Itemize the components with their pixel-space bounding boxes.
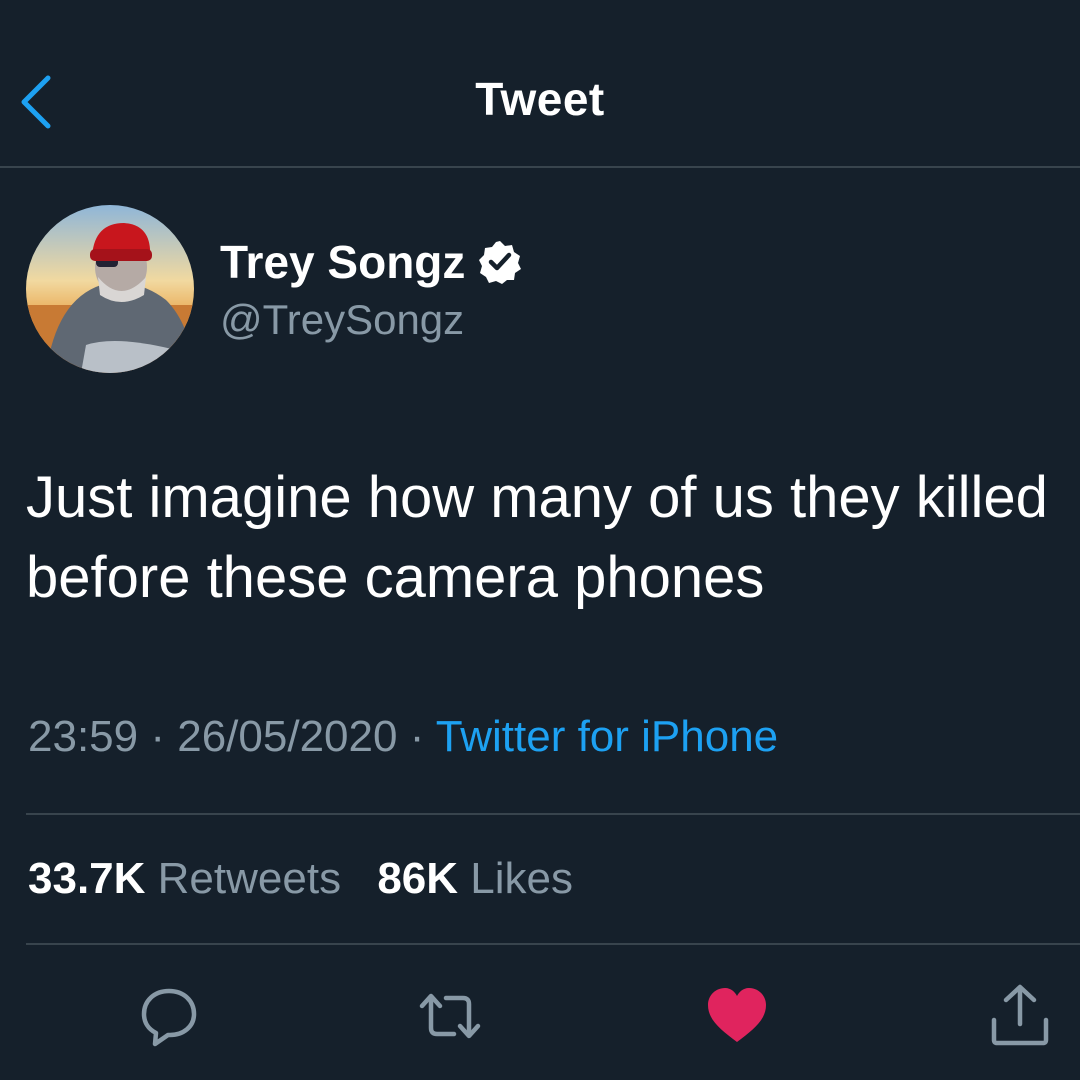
share-icon bbox=[991, 984, 1049, 1046]
retweets-label: Retweets bbox=[157, 854, 342, 903]
divider bbox=[26, 813, 1080, 815]
verified-badge-icon bbox=[479, 241, 522, 284]
reply-button[interactable] bbox=[137, 984, 201, 1048]
tweet-stats: 33.7K Retweets 86K Likes bbox=[28, 854, 573, 904]
likes-label: Likes bbox=[470, 854, 573, 903]
author-name-row: Trey Songz bbox=[220, 234, 523, 290]
page-title: Tweet bbox=[475, 73, 605, 125]
tweet-text: Just imagine how many of us they killed … bbox=[26, 465, 1048, 610]
reply-icon bbox=[141, 988, 197, 1047]
like-button[interactable] bbox=[705, 984, 769, 1048]
tweet-date: 26/05/2020 bbox=[177, 712, 398, 761]
share-button[interactable] bbox=[988, 984, 1052, 1048]
retweets-stat[interactable]: 33.7K Retweets bbox=[28, 854, 341, 904]
tweet-time: 23:59 bbox=[28, 712, 139, 761]
author-display-name[interactable]: Trey Songz bbox=[220, 235, 465, 289]
meta-separator: · bbox=[150, 712, 165, 761]
likes-stat[interactable]: 86K Likes bbox=[377, 854, 573, 904]
top-nav-bar: Tweet bbox=[0, 0, 1080, 168]
divider bbox=[26, 943, 1080, 945]
retweets-count: 33.7K bbox=[28, 854, 146, 903]
meta-separator: · bbox=[409, 712, 425, 761]
retweet-icon bbox=[419, 993, 481, 1039]
heart-icon bbox=[708, 988, 766, 1042]
tweet-meta: 23:59 · 26/05/2020 · Twitter for iPhone bbox=[28, 712, 778, 762]
avatar-image bbox=[26, 205, 194, 373]
avatar[interactable] bbox=[26, 205, 194, 373]
tweet-source-link[interactable]: Twitter for iPhone bbox=[436, 712, 778, 761]
author-handle[interactable]: @TreySongz bbox=[220, 296, 464, 344]
likes-count: 86K bbox=[377, 854, 459, 903]
retweet-button[interactable] bbox=[418, 984, 482, 1048]
